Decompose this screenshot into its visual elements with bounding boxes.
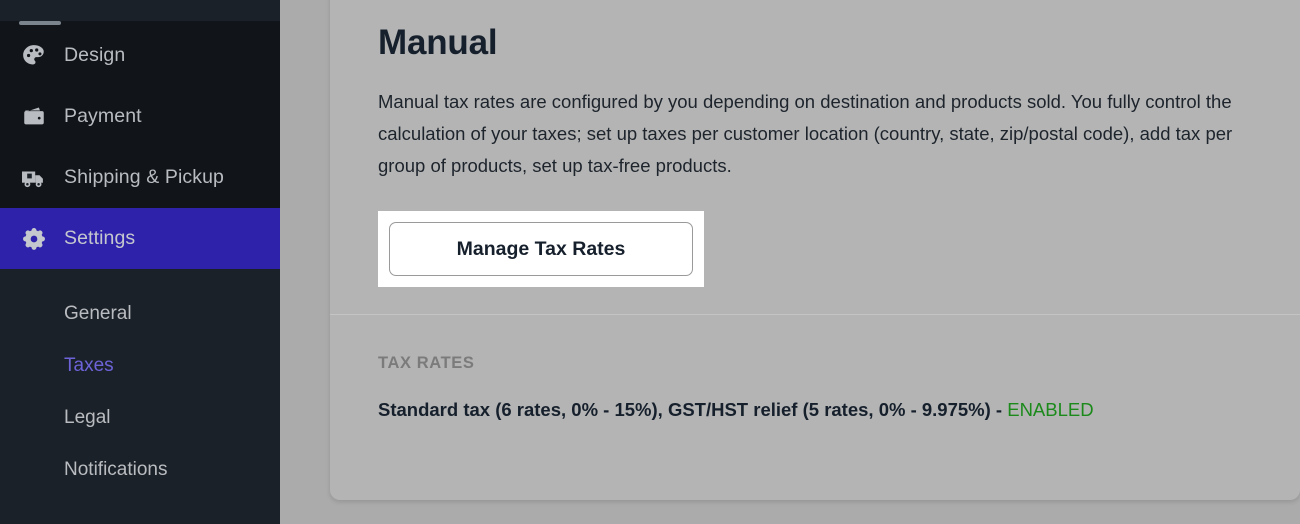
truck-icon xyxy=(16,165,52,191)
sidebar-item-design[interactable]: Design xyxy=(0,25,280,86)
page-description: Manual tax rates are configured by you d… xyxy=(378,86,1252,183)
tax-rates-summary: Standard tax (6 rates, 0% - 15%), GST/HS… xyxy=(378,397,1252,423)
sidebar-subitem-label: Legal xyxy=(64,408,111,427)
sidebar-item-label: Shipping & Pickup xyxy=(64,168,224,188)
sidebar-subitem-label: Taxes xyxy=(64,356,114,375)
sidebar-subnav: General Taxes Legal Notifications xyxy=(0,269,280,495)
sidebar-item-label: Payment xyxy=(64,107,142,127)
sidebar-primary-nav: Design Payment xyxy=(0,21,280,208)
tax-rates-section-label: TAX RATES xyxy=(378,355,1252,372)
sidebar-item-shipping-pickup[interactable]: Shipping & Pickup xyxy=(0,147,280,208)
app-window: Design Payment xyxy=(0,0,1300,524)
sidebar-subitem-label: Notifications xyxy=(64,460,168,479)
sidebar-item-label: Settings xyxy=(64,229,135,249)
main-content-area: Manual Manual tax rates are configured b… xyxy=(280,0,1300,524)
palette-icon xyxy=(16,43,52,69)
page-title: Manual xyxy=(378,24,1252,63)
sidebar-subitem-general[interactable]: General xyxy=(0,287,280,339)
manage-tax-rates-highlight: Manage Tax Rates xyxy=(378,211,704,287)
tax-rates-summary-text: Standard tax (6 rates, 0% - 15%), GST/HS… xyxy=(378,399,1007,420)
manage-tax-rates-button[interactable]: Manage Tax Rates xyxy=(389,222,693,276)
status-badge: ENABLED xyxy=(1007,399,1093,420)
settings-panel: Manual Manual tax rates are configured b… xyxy=(330,0,1300,500)
sidebar-item-label: Design xyxy=(64,46,125,66)
sidebar-item-settings[interactable]: Settings xyxy=(0,208,280,269)
gear-icon xyxy=(16,226,52,252)
sidebar-item-payment[interactable]: Payment xyxy=(0,86,280,147)
sidebar-subitem-taxes[interactable]: Taxes xyxy=(0,339,280,391)
sidebar: Design Payment xyxy=(0,0,280,524)
sidebar-subitem-label: General xyxy=(64,304,132,323)
sidebar-subitem-notifications[interactable]: Notifications xyxy=(0,443,280,495)
sidebar-subitem-legal[interactable]: Legal xyxy=(0,391,280,443)
panel-body: Manual Manual tax rates are configured b… xyxy=(330,0,1300,423)
tax-rates-section: TAX RATES Standard tax (6 rates, 0% - 15… xyxy=(378,315,1252,423)
wallet-icon xyxy=(16,104,52,130)
